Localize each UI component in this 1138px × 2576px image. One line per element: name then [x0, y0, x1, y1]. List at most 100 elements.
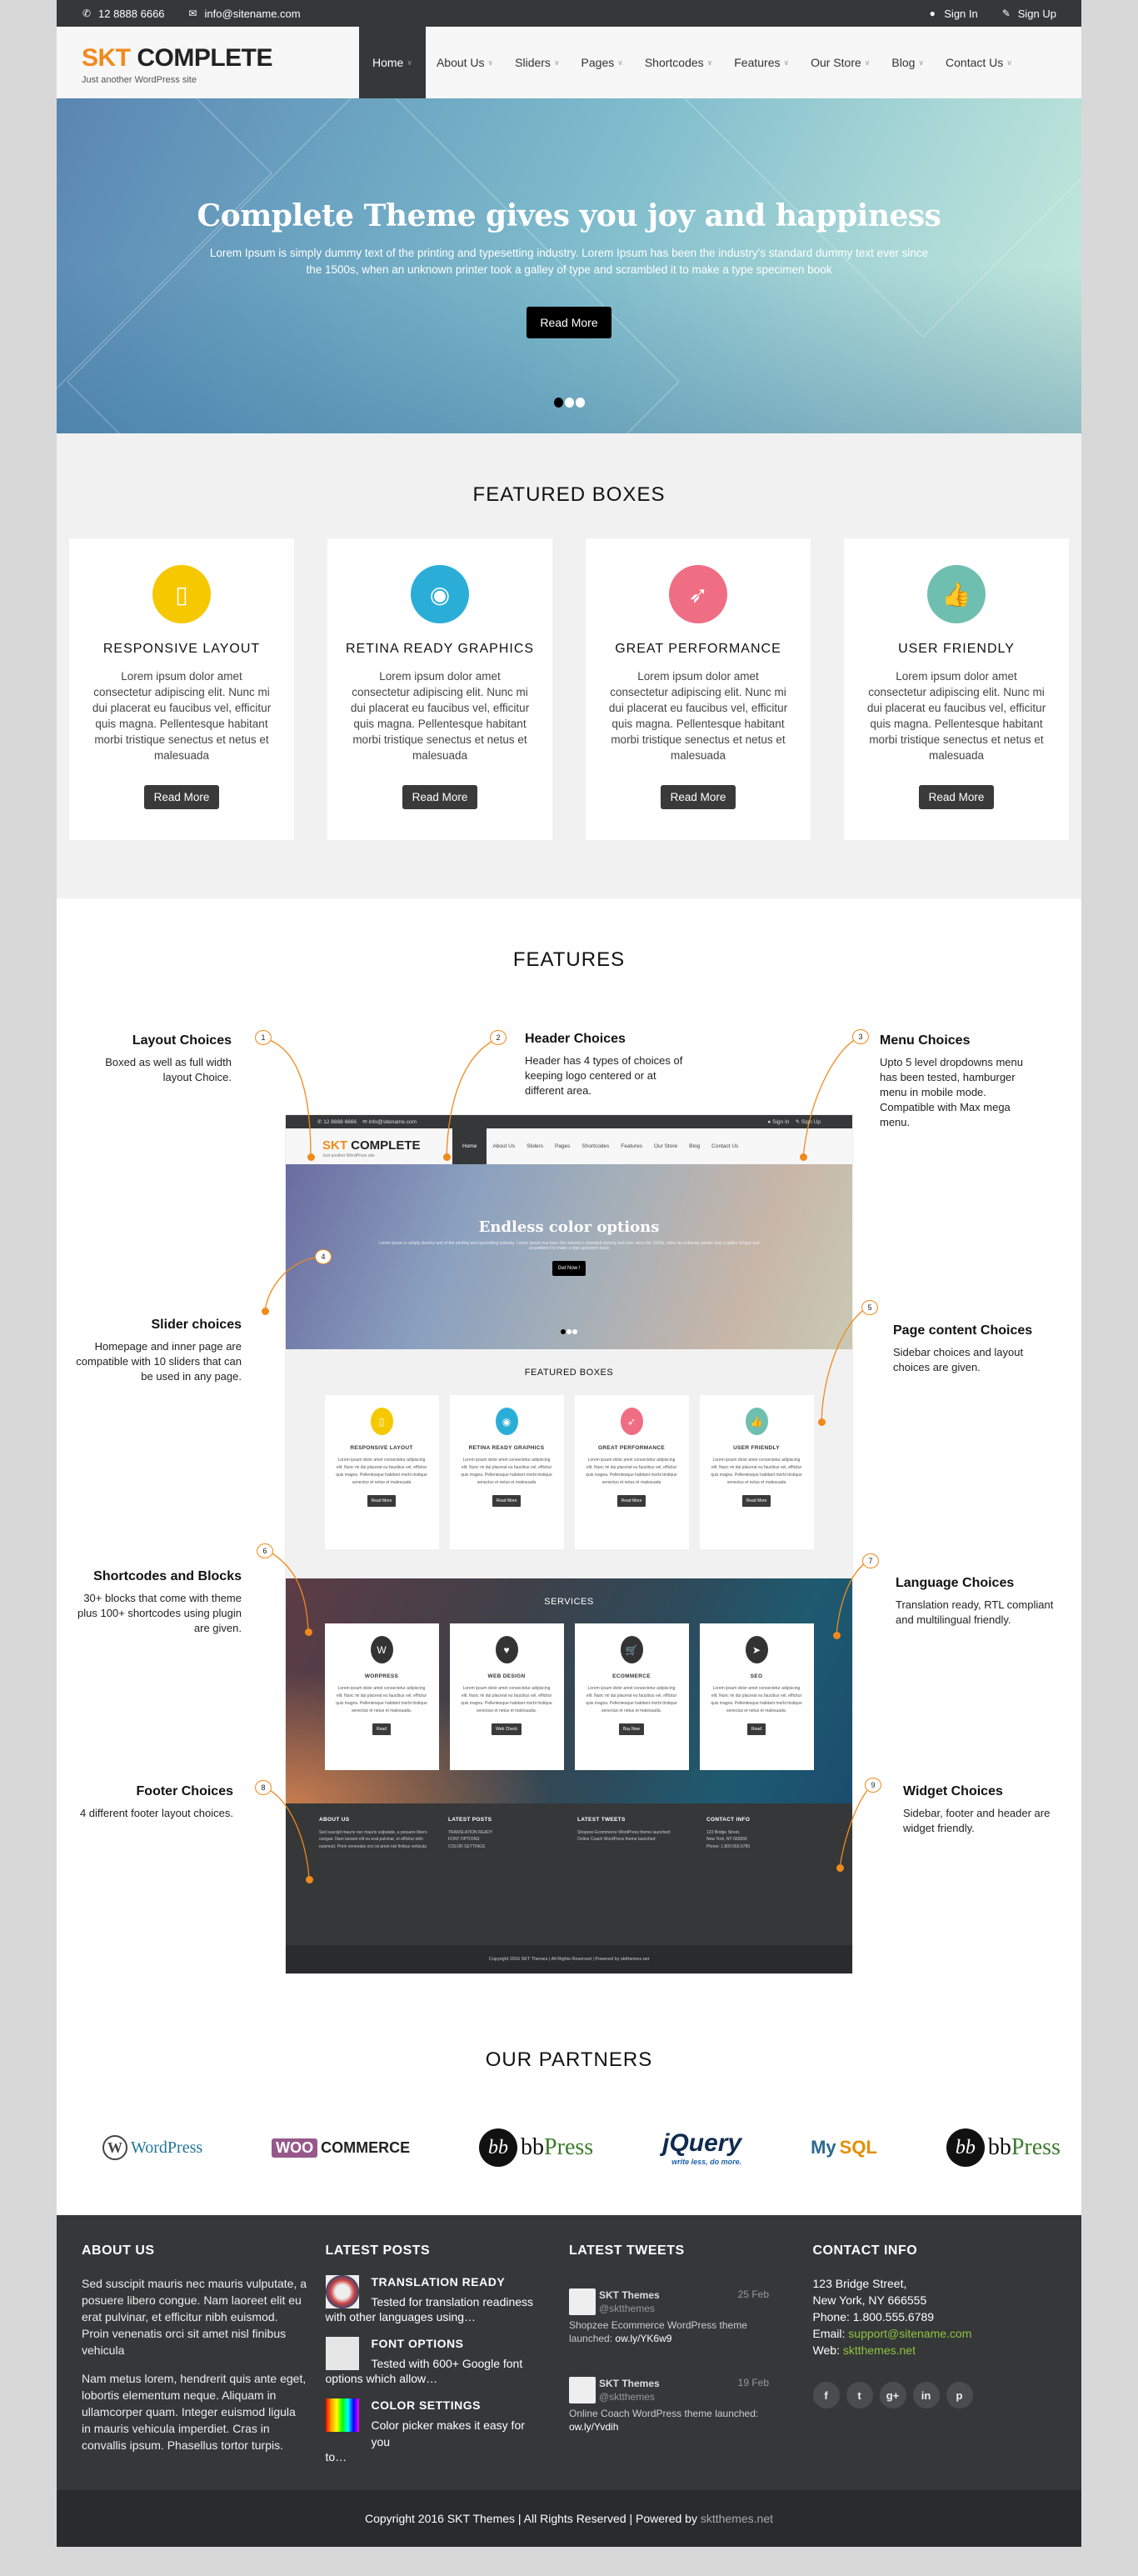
page-container: ✆ 12 8888 6666 ✉ info@sitename.com ● Sign I… [57, 0, 1081, 2547]
contact-web-label: Web: [812, 2343, 843, 2357]
copyright-link[interactable]: sktthemes.net [701, 2512, 773, 2525]
eye-icon: ◉ [411, 565, 469, 623]
partner-name-prefix: My [811, 2137, 836, 2158]
post-title[interactable]: FONT OPTIONS [372, 2337, 547, 2350]
post-excerpt: Color picker makes it easy for you [371, 2418, 525, 2448]
contact-web-link[interactable]: sktthemes.net [843, 2343, 916, 2357]
partner-logo-woocommerce[interactable]: WOO COMMERCE [272, 2138, 410, 2158]
linkedin-icon[interactable]: in [912, 2382, 940, 2408]
mockup-hero-text: Lorem Ipsum is simply dummy text of the … [378, 1241, 760, 1251]
tweet-link[interactable]: ow.ly/YK6w9 [615, 2333, 671, 2344]
partner-logo-jquery[interactable]: jQuery write less, do more. [662, 2129, 741, 2166]
slide-dot-2[interactable] [564, 398, 574, 408]
site-logo[interactable]: SKT COMPLETE Just another WordPress site [57, 27, 359, 98]
feature-box-text: Lorem ipsum dolor amet consectetur adipi… [608, 670, 788, 762]
mockup-tagline: Just another WordPress site [322, 1153, 375, 1158]
envelope-icon: ✉ [188, 8, 197, 19]
read-more-button[interactable]: Read More [918, 785, 995, 809]
slide-dot-1[interactable] [553, 398, 563, 408]
mockup-box-text: Lorem ipsum dolor amet consectetur adipi… [711, 1458, 802, 1485]
chevron-down-icon: ∨ [706, 58, 713, 67]
post-title[interactable]: COLOR SETTINGS [372, 2398, 547, 2412]
annotation-page-content-choices: Page content Choices Sidebar choices and… [893, 1323, 1051, 1375]
email-address[interactable]: info@sitename.com [205, 8, 301, 20]
chevron-down-icon: ∨ [783, 58, 790, 67]
post-title[interactable]: TRANSLATION READY [372, 2275, 547, 2288]
sign-up-link[interactable]: ✎ Sign Up [1001, 8, 1056, 20]
nav-blog[interactable]: Blog ∨ [881, 27, 935, 98]
google-plus-icon[interactable]: g+ [879, 2382, 906, 2408]
wordpress-icon: W [102, 2135, 127, 2160]
email-contact[interactable]: ✉ info@sitename.com [188, 8, 301, 20]
partner-logo-bbpress[interactable]: bb bbPress [479, 2128, 593, 2167]
mockup-service-box: ➤ SEO Lorem ipsum dolor amet consectetur a… [699, 1623, 814, 1770]
read-more-button[interactable]: Read More [143, 785, 220, 809]
pencil-icon: ✎ [795, 1119, 801, 1125]
features-section: FEATURES Layout Choices Boxed as well as… [57, 898, 1081, 2007]
facebook-icon[interactable]: f [812, 2382, 840, 2408]
annotation-text: Homepage and inner page are compatible w… [76, 1340, 242, 1383]
mockup-box-text: Lorem ipsum dolor amet consectetur adipi… [336, 1458, 427, 1485]
nav-shortcodes[interactable]: Shortcodes ∨ [634, 27, 723, 98]
annotation-marker: 5 [861, 1300, 878, 1315]
annotation-marker: 6 [257, 1543, 273, 1558]
cart-icon: 🛒 [620, 1636, 643, 1663]
mockup-get-now-button: Get Now ! [552, 1261, 586, 1276]
twitter-icon[interactable]: t [846, 2382, 873, 2408]
mockup-service-title: ECOMMERCE [612, 1673, 651, 1679]
mockup-footer: ABOUT US Sed suscipit mauris nec mauris v… [286, 1803, 852, 1973]
tweet-link[interactable]: ow.ly/Yvdih [569, 2421, 618, 2433]
annotation-language-choices: Language Choices Translation ready, RTL … [896, 1576, 1054, 1628]
post-item[interactable]: FONT OPTIONS Tested with 600+ Google font… [325, 2337, 547, 2387]
mockup-nav-item: About Us [492, 1143, 516, 1149]
annotation-menu-choices: Menu Choices Upto 5 level dropdowns menu… [880, 1033, 1038, 1130]
hero-read-more-button[interactable]: Read More [527, 307, 611, 338]
nav-about-us[interactable]: About Us ∨ [426, 27, 504, 98]
partner-logo-bbpress[interactable]: bb bbPress [946, 2128, 1061, 2167]
annotation-title: Language Choices [896, 1576, 1015, 1590]
copyright-text: Copyright 2016 SKT Themes | All Rights R… [365, 2512, 701, 2525]
read-more-button[interactable]: Read More [660, 785, 736, 809]
nav-pages[interactable]: Pages ∨ [571, 27, 634, 98]
annotation-text: Translation ready, RTL compliant and mul… [896, 1598, 1054, 1626]
annotation-shortcodes-blocks: Shortcodes and Blocks 30+ blocks that co… [73, 1569, 242, 1636]
contact-email-link[interactable]: support@sitename.com [848, 2327, 971, 2340]
partner-logo-mysql[interactable]: My SQL [811, 2137, 877, 2158]
tweet-handle[interactable]: @sktthemes [599, 2303, 655, 2314]
mockup-nav-item: Home [452, 1128, 487, 1164]
annotation-text: 30+ blocks that come with theme plus 100… [77, 1592, 242, 1634]
annotation-text: Sidebar, footer and header are widget fr… [903, 1807, 1051, 1834]
sign-in-link[interactable]: ● Sign In [927, 8, 978, 20]
mockup-box-button: Read More [492, 1495, 522, 1507]
annotation-marker: 2 [490, 1030, 507, 1045]
mockup-box-title: RETINA READY GRAPHICS [468, 1445, 545, 1451]
post-item[interactable]: COLOR SETTINGS Color picker makes it easy… [325, 2398, 547, 2465]
nav-features[interactable]: Features ∨ [723, 27, 800, 98]
tweet-date: 25 Feb [737, 2288, 769, 2300]
post-item[interactable]: TRANSLATION READY Tested for translation … [325, 2275, 547, 2325]
post-thumbnail [325, 2398, 359, 2432]
woo-badge: WOO [272, 2138, 318, 2158]
partner-logo-wordpress[interactable]: W WordPress [102, 2135, 202, 2160]
mockup-nav: Home About Us Sliders Pages Shortcodes F… [452, 1128, 744, 1164]
pinterest-icon[interactable]: p [946, 2382, 973, 2408]
tweet-avatar [569, 2377, 596, 2403]
tweet-handle[interactable]: @sktthemes [599, 2391, 655, 2403]
annotation-dot [307, 1153, 315, 1161]
tweet-author[interactable]: SKT Themes [599, 2377, 738, 2390]
mockup-footer-text: Shopzee Ecommerce WordPress theme launch… [577, 1829, 671, 1835]
hero-text: Lorem Ipsum is simply dummy text of the … [209, 247, 929, 276]
slide-dot-3[interactable] [575, 398, 585, 408]
tweet-avatar [569, 2288, 596, 2315]
nav-sliders[interactable]: Sliders ∨ [504, 27, 570, 98]
feature-box-title: RETINA READY GRAPHICS [345, 642, 535, 656]
mockup-phone: 12 8888 6666 [323, 1119, 357, 1125]
nav-our-store[interactable]: Our Store ∨ [800, 27, 881, 98]
nav-contact-us[interactable]: Contact Us ∨ [935, 27, 1023, 98]
mockup-featured-title: FEATURED BOXES [524, 1368, 614, 1378]
tweet-author[interactable]: SKT Themes [599, 2288, 738, 2302]
location-arrow-icon: ➤ [745, 1636, 768, 1663]
read-more-button[interactable]: Read More [402, 785, 478, 809]
nav-home[interactable]: Home ∨ [359, 27, 426, 98]
annotation-marker: 1 [255, 1030, 272, 1045]
